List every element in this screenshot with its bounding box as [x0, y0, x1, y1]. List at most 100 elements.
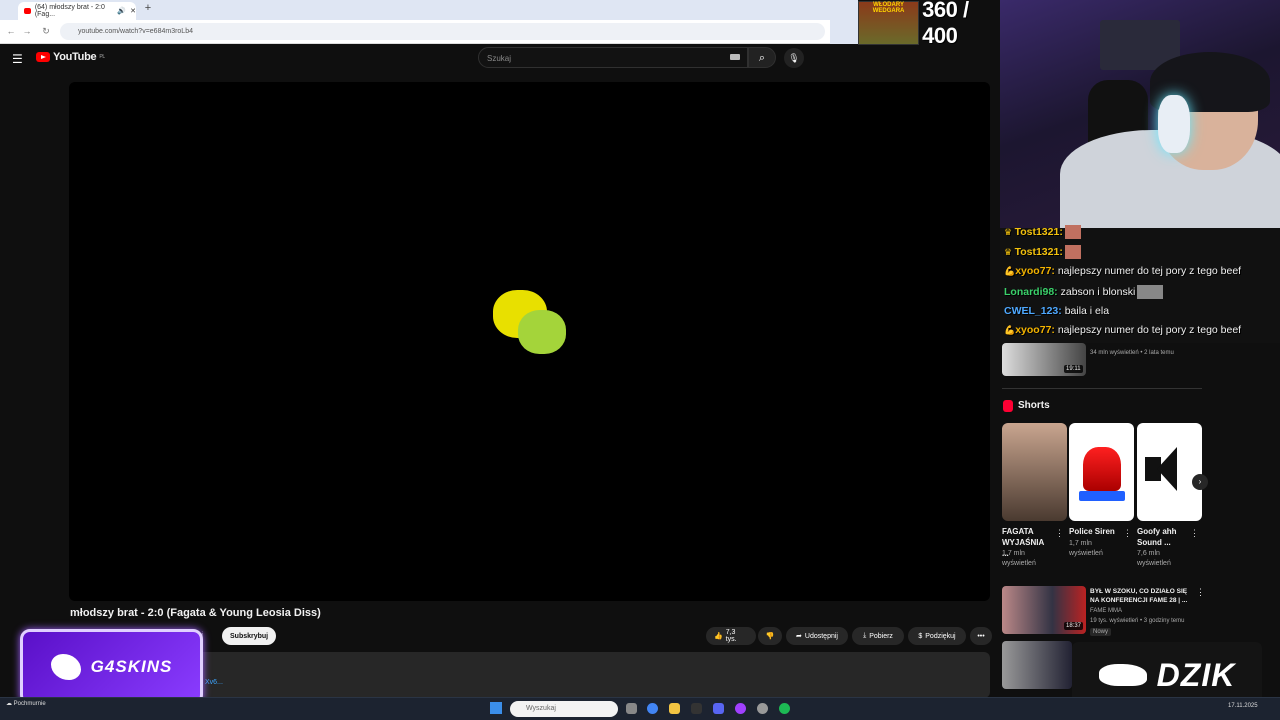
headphones-graphic	[1158, 95, 1190, 153]
short-thumbnail[interactable]	[1069, 423, 1134, 521]
youtube-logo[interactable]: YouTube PL	[36, 51, 105, 63]
thumbs-up-icon: 👍	[714, 633, 723, 640]
chat-user: Lonardi98:	[1004, 285, 1058, 298]
flex-badge-icon: 💪	[1004, 325, 1016, 335]
g4skins-sponsor-logo: G4SKINS	[20, 629, 203, 705]
counter-thumb-label: WŁODARY WEDGARA	[872, 2, 905, 14]
menu-icon[interactable]: ☰	[12, 52, 23, 66]
video-duration: 19:11	[1064, 365, 1083, 373]
spotify-icon[interactable]	[779, 703, 790, 714]
taskbar-date[interactable]: 17.11.2025	[1228, 702, 1258, 710]
description-box[interactable]	[69, 652, 990, 698]
chat-message: 💪xyoo77: najlepszy numer do tej pory z t…	[1004, 265, 1241, 277]
search-input[interactable]: Szukaj	[478, 47, 748, 68]
keyboard-icon[interactable]	[730, 54, 740, 60]
url-field[interactable]: youtube.com/watch?v=e684m3roLb4	[60, 23, 825, 40]
chevron-right-icon[interactable]: ›	[1192, 474, 1208, 490]
youtube-play-icon	[36, 52, 50, 62]
share-button[interactable]: ➦ Udostępnij	[786, 627, 848, 645]
chat-emote-icon	[1137, 285, 1164, 299]
webcam-overlay	[1000, 0, 1280, 228]
short-menu-icon[interactable]: ⋮	[1190, 528, 1199, 539]
mic-icon[interactable]: 🎙	[784, 48, 804, 68]
folder-icon[interactable]	[669, 703, 680, 714]
video-title: młodszy brat - 2:0 (Fagata & Young Leosi…	[70, 607, 321, 619]
task-view-icon[interactable]	[626, 703, 637, 714]
chat-text: najlepszy numer do tej pory z tego beef	[1057, 324, 1242, 336]
address-bar-row: ← → ↻ youtube.com/watch?v=e684m3roLb4	[0, 20, 830, 44]
app-icon[interactable]	[691, 703, 702, 714]
new-tab-button[interactable]: +	[142, 2, 154, 18]
subscribe-button[interactable]: Subskrybuj	[222, 627, 277, 645]
recommended-thumbnail[interactable]	[1002, 641, 1072, 689]
channel-name[interactable]: FAME MMA	[1090, 608, 1122, 614]
browser-tab[interactable]: (64) młodszy brat - 2:0 (Fag... 🔊 ✕	[18, 2, 136, 20]
chat-message: CWEL_123: baila i ela	[1004, 305, 1109, 317]
download-label: Pobierz	[869, 632, 893, 640]
chat-user: Tost1321:	[1014, 245, 1063, 258]
thumbs-down-icon: 👎	[765, 633, 775, 640]
siren-base-graphic	[1079, 491, 1125, 501]
short-menu-icon[interactable]: ⋮	[1123, 528, 1132, 539]
short-title[interactable]: Police Siren	[1069, 526, 1117, 537]
back-arrow-icon[interactable]: ←	[4, 24, 18, 38]
siren-graphic	[1083, 447, 1121, 491]
forward-arrow-icon[interactable]: →	[20, 24, 34, 38]
crown-badge-icon: ♛	[1004, 226, 1015, 237]
search-button[interactable]: ⌕	[748, 47, 776, 68]
thanks-icon: $	[918, 632, 923, 640]
cloud-icon: ☁	[6, 701, 14, 707]
discord-icon[interactable]	[713, 703, 724, 714]
dzik-text: DZIK	[1156, 656, 1236, 693]
boar-icon	[1098, 664, 1147, 686]
chat-emote-icon	[1064, 225, 1081, 239]
like-button[interactable]: 👍 7,3 tys.	[706, 627, 756, 645]
chat-message: ♛ Tost1321:	[1004, 225, 1081, 239]
video-menu-icon[interactable]: ⋮	[1196, 587, 1205, 598]
divider	[1002, 388, 1202, 389]
more-actions-button[interactable]: •••	[970, 627, 992, 645]
video-title[interactable]: BYŁ W SZOKU, CO DZIAŁO SIĘ NA KONFERENCJ…	[1090, 587, 1190, 605]
counter-thumbnail: WŁODARY WEDGARA	[858, 1, 920, 45]
reload-icon[interactable]: ↻	[39, 24, 53, 38]
shorts-heading: Shorts	[1018, 400, 1050, 411]
short-thumbnail[interactable]	[1137, 423, 1202, 521]
new-badge: Nowy	[1090, 628, 1112, 636]
thanks-button[interactable]: $ Podziękuj	[908, 627, 966, 645]
thanks-label: Podziękuj	[925, 632, 956, 640]
description-link[interactable]: Xv6...	[205, 679, 223, 686]
taskbar-search[interactable]: Wyszukaj	[510, 701, 618, 717]
chat-message: 💪xyoo77: najlepszy numer do tej pory z t…	[1004, 324, 1241, 336]
tab-title: (64) młodszy brat - 2:0 (Fag...	[34, 4, 105, 18]
speaker-cone-graphic	[1157, 447, 1177, 491]
windows-start-icon[interactable]	[490, 702, 502, 714]
short-thumbnail[interactable]	[1002, 423, 1067, 521]
short-views: 7,6 mln wyświetleń	[1137, 550, 1171, 567]
weather-widget[interactable]: ☁ Pochmurnie	[6, 700, 46, 707]
tab-close-icon[interactable]: ✕	[130, 7, 136, 15]
dislike-button[interactable]: 👎	[758, 627, 782, 645]
short-title[interactable]: Goofy ahh Sound ...	[1137, 526, 1185, 548]
chat-text: zabson i blonski	[1060, 285, 1136, 298]
chat-overlay: ♛ Tost1321: ♛ Tost1321: 💪xyoo77: najleps…	[1000, 225, 1280, 343]
download-button[interactable]: ⤓ Pobierz	[852, 627, 904, 645]
g4skins-text: G4SKINS	[90, 657, 173, 676]
logo-region: PL	[99, 54, 105, 60]
chat-user: xyoo77:	[1015, 265, 1055, 277]
tab-audio-icon[interactable]: 🔊	[117, 7, 126, 15]
chat-message: ♛ Tost1321:	[1004, 245, 1081, 259]
video-duration: 18:37	[1064, 622, 1084, 630]
smiley-green-graphic	[518, 310, 566, 354]
video-meta: 19 tys. wyświetleń • 3 godziny temu	[1090, 618, 1185, 624]
youtube-header: ☰ YouTube PL Szukaj ⌕ 🎙	[0, 44, 1000, 72]
download-icon: ⤓	[863, 632, 867, 639]
shorts-icon	[1003, 400, 1013, 412]
short-views: 1,7 mln wyświetleń	[1069, 540, 1103, 557]
logo-text: YouTube	[53, 51, 97, 63]
short-menu-icon[interactable]: ⋮	[1055, 528, 1064, 539]
browser-icon[interactable]	[735, 703, 746, 714]
chrome-icon[interactable]	[647, 703, 658, 714]
settings-icon[interactable]	[757, 703, 768, 714]
chat-emote-icon	[1064, 245, 1081, 259]
chat-user: xyoo77:	[1015, 324, 1055, 336]
